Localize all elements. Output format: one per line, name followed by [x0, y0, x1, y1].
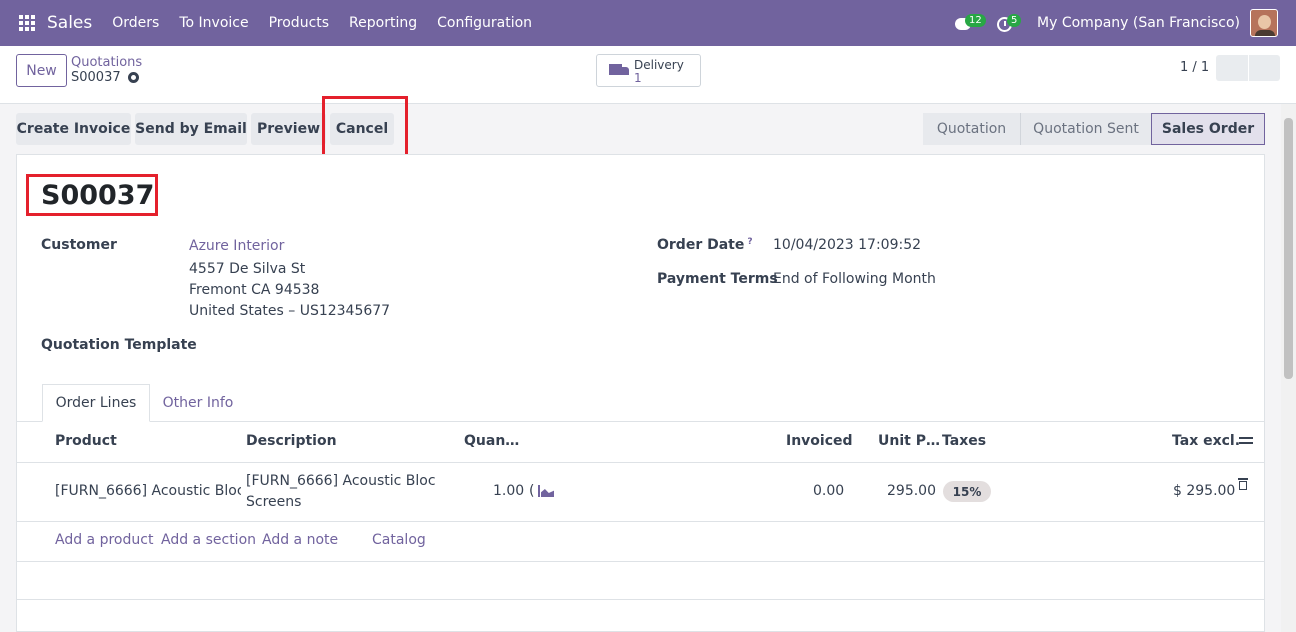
- delivery-count: 1: [634, 71, 642, 85]
- new-button[interactable]: New: [16, 54, 67, 87]
- menu-configuration[interactable]: Configuration: [437, 15, 532, 31]
- activities-button[interactable]: 5: [995, 12, 1022, 34]
- customer-label: Customer: [41, 237, 117, 253]
- row-invoiced: 0.00: [813, 483, 845, 499]
- tab-other-info[interactable]: Other Info: [150, 384, 246, 422]
- quotation-template-label: Quotation Template: [41, 337, 197, 353]
- column-product[interactable]: Product: [55, 433, 117, 449]
- tab-order-lines[interactable]: Order Lines: [42, 384, 150, 422]
- row-subtotal: $ 295.00: [1173, 483, 1236, 499]
- notebook-tabs: Order Lines Other Info: [17, 384, 1264, 422]
- avatar[interactable]: [1250, 9, 1278, 37]
- row-quantity[interactable]: 1.00: [493, 483, 524, 499]
- activities-badge: 5: [1007, 14, 1022, 27]
- header-divider: [17, 462, 1264, 463]
- row-tax-badge[interactable]: 15%: [943, 481, 991, 502]
- address-line-3: United States – US12345677: [189, 303, 391, 319]
- row-product[interactable]: [FURN_6666] Acoustic Bloc Sc: [55, 483, 241, 499]
- catalog-link[interactable]: Catalog: [372, 532, 426, 548]
- column-quantity[interactable]: Quan…: [464, 433, 519, 449]
- status-sales-order[interactable]: Sales Order: [1151, 113, 1265, 145]
- help-icon[interactable]: ?: [747, 237, 752, 247]
- pager-previous-button[interactable]: [1216, 55, 1248, 81]
- column-subtotal[interactable]: Tax excl.: [1172, 433, 1240, 449]
- scrollbar-thumb[interactable]: [1284, 118, 1293, 379]
- pager-next-button[interactable]: [1249, 55, 1280, 81]
- record-id-label: S00037: [71, 70, 121, 85]
- truck-icon: [609, 64, 629, 77]
- menu-to-invoice[interactable]: To Invoice: [179, 15, 248, 31]
- address-line-2: Fremont CA 94538: [189, 282, 320, 298]
- top-navbar: Sales Orders To Invoice Products Reporti…: [0, 0, 1296, 46]
- menu-products[interactable]: Products: [269, 15, 329, 31]
- column-invoiced[interactable]: Invoiced: [786, 433, 853, 449]
- gear-icon[interactable]: [127, 72, 139, 83]
- order-date-value[interactable]: 10/04/2023 17:09:52: [773, 237, 921, 253]
- address-line-1: 4557 De Silva St: [189, 261, 306, 277]
- optional-columns-icon[interactable]: [1239, 436, 1253, 446]
- row-divider: [17, 521, 1264, 522]
- preview-button[interactable]: Preview: [251, 113, 326, 145]
- menu-orders[interactable]: Orders: [112, 15, 159, 31]
- column-taxes[interactable]: Taxes: [942, 433, 986, 449]
- record-name: S00037: [71, 70, 139, 85]
- row-description-line-2[interactable]: Screens: [246, 494, 301, 510]
- empty-row-divider: [17, 599, 1264, 600]
- form-sheet: S00037 Customer Azure Interior 4557 De S…: [16, 154, 1265, 632]
- status-quotation[interactable]: Quotation: [923, 113, 1020, 145]
- messages-badge: 12: [965, 14, 986, 27]
- column-description[interactable]: Description: [246, 433, 337, 449]
- delivery-smart-button[interactable]: Delivery 1: [596, 54, 701, 87]
- status-bar: Quotation Quotation Sent Sales Order: [923, 113, 1265, 145]
- add-note-link[interactable]: Add a note: [262, 532, 338, 548]
- send-by-email-button[interactable]: Send by Email: [135, 113, 247, 145]
- row-description-line-1[interactable]: [FURN_6666] Acoustic Bloc: [246, 473, 436, 489]
- add-section-link[interactable]: Add a section: [161, 532, 256, 548]
- breadcrumb-quotations[interactable]: Quotations: [71, 55, 142, 70]
- trash-icon[interactable]: [1238, 478, 1248, 490]
- control-panel: New Quotations S00037 Delivery 1 1 / 1: [0, 46, 1296, 104]
- cancel-highlight-box: [322, 96, 408, 163]
- status-quotation-sent[interactable]: Quotation Sent: [1020, 113, 1151, 145]
- delivery-label: Delivery: [634, 58, 684, 72]
- payment-terms-value[interactable]: End of Following Month: [773, 271, 936, 287]
- company-switcher[interactable]: My Company (San Francisco): [1037, 15, 1240, 31]
- add-product-link[interactable]: Add a product: [55, 532, 153, 548]
- customer-name-link[interactable]: Azure Interior: [189, 238, 284, 254]
- title-highlight-box: [26, 174, 158, 216]
- row-quantity-suffix: (: [529, 483, 535, 499]
- page-scrollbar[interactable]: [1281, 104, 1296, 632]
- app-name[interactable]: Sales: [47, 13, 92, 33]
- add-line-divider: [17, 561, 1264, 562]
- messages-button[interactable]: 12: [953, 12, 986, 34]
- menu-reporting[interactable]: Reporting: [349, 15, 417, 31]
- create-invoice-button[interactable]: Create Invoice: [16, 113, 131, 145]
- row-unit-price[interactable]: 295.00: [887, 483, 936, 499]
- apps-icon[interactable]: [19, 15, 35, 31]
- pager-value[interactable]: 1 / 1: [1180, 60, 1209, 75]
- payment-terms-label: Payment Terms: [657, 271, 778, 287]
- order-date-label: Order Date?: [657, 237, 753, 253]
- forecast-icon[interactable]: [538, 485, 554, 497]
- column-unit-price[interactable]: Unit P…: [878, 433, 940, 449]
